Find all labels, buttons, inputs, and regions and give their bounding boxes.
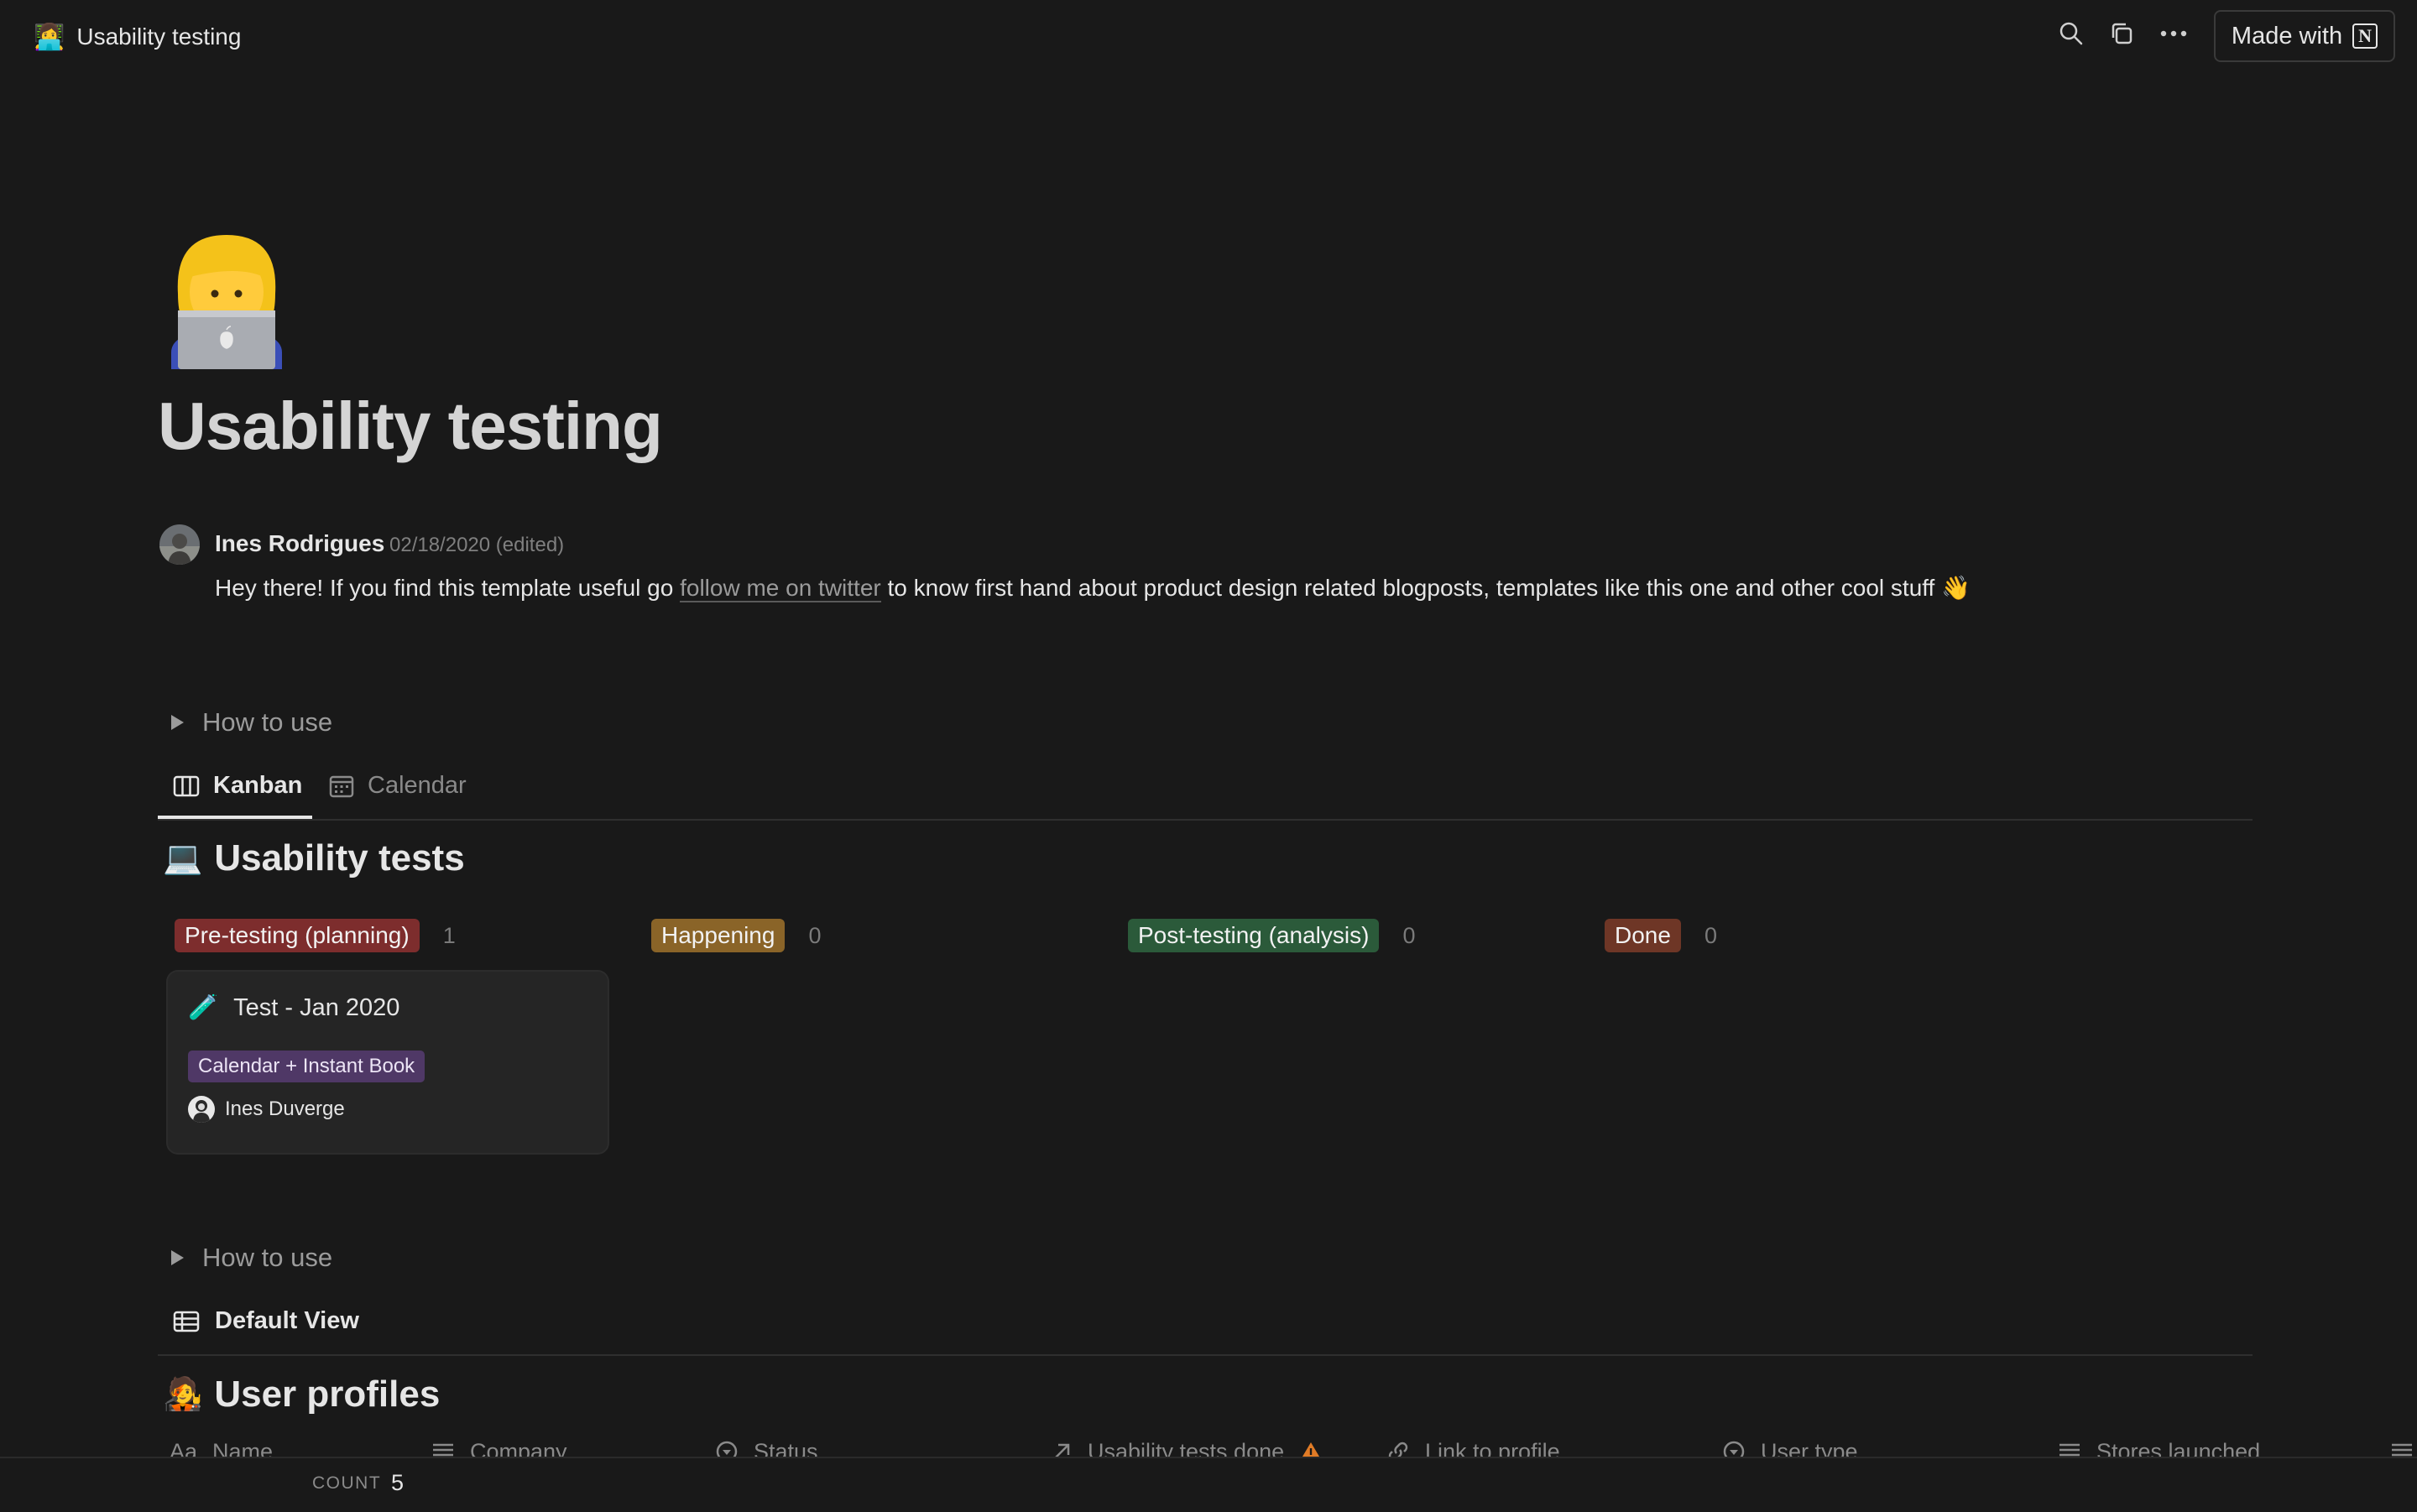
- tab-calendar[interactable]: Calendar: [329, 772, 467, 800]
- how-to-use-toggle-2[interactable]: How to use: [171, 1243, 332, 1273]
- count-label: COUNT: [312, 1473, 382, 1493]
- tab-kanban[interactable]: Kanban: [173, 772, 302, 800]
- made-with-notion-button[interactable]: Made with N: [2214, 10, 2395, 62]
- comment-author: Ines Rodrigues: [215, 530, 385, 556]
- comment-date: 02/18/2020 (edited): [389, 534, 565, 556]
- avatar: [159, 524, 200, 565]
- calendar-icon: [329, 774, 354, 798]
- tab-kanban-label: Kanban: [213, 772, 303, 799]
- board-title-text: Usability tests: [214, 837, 465, 879]
- status-badge: Pre-testing (planning): [175, 919, 420, 952]
- column-post-testing[interactable]: Post-testing (analysis) 0: [1128, 919, 1415, 952]
- toggle-label: How to use: [202, 1243, 333, 1272]
- card-person: Ines Duverge: [188, 1096, 345, 1123]
- divider: [158, 819, 2253, 821]
- status-badge: Post-testing (analysis): [1128, 919, 1380, 952]
- page-icon[interactable]: [159, 227, 294, 369]
- search-icon[interactable]: [2054, 17, 2088, 50]
- status-badge: Done: [1605, 919, 1681, 952]
- column-count: 0: [808, 922, 822, 948]
- card-title: 🧪 Test - Jan 2020: [188, 993, 399, 1022]
- kanban-card[interactable]: 🧪 Test - Jan 2020 Calendar + Instant Boo…: [168, 972, 608, 1153]
- card-title-text: Test - Jan 2020: [233, 993, 400, 1021]
- toggle-arrow-icon[interactable]: [171, 715, 184, 730]
- avatar: [188, 1096, 215, 1123]
- notion-logo-icon: N: [2352, 23, 2378, 49]
- status-badge: Happening: [651, 919, 786, 952]
- board-title[interactable]: 💻 Usability tests: [163, 837, 465, 879]
- twitter-link[interactable]: follow me on twitter: [680, 575, 881, 602]
- card-tag: Calendar + Instant Book: [188, 1051, 425, 1082]
- comment-text: Hey there! If you find this template use…: [215, 574, 1971, 602]
- profiles-title-text: User profiles: [214, 1374, 441, 1415]
- column-happening[interactable]: Happening 0: [651, 919, 821, 952]
- default-view-label: Default View: [215, 1307, 359, 1334]
- singer-icon: 🧑‍🎤: [163, 1377, 203, 1412]
- board-icon: [173, 774, 200, 798]
- toggle-label: How to use: [202, 707, 333, 737]
- column-count: 1: [442, 922, 456, 948]
- laptop-icon: 💻: [163, 841, 203, 876]
- comment-text-after: to know first hand about product design …: [880, 575, 1971, 601]
- tab-calendar-label: Calendar: [368, 772, 467, 799]
- column-count: 0: [1704, 922, 1717, 948]
- how-to-use-toggle[interactable]: How to use: [171, 707, 332, 738]
- breadcrumb-title: Usability testing: [76, 23, 242, 50]
- made-with-label: Made with: [2231, 22, 2343, 50]
- comment-text-before: Hey there! If you find this template use…: [215, 575, 681, 601]
- card-person-name: Ines Duverge: [225, 1098, 345, 1120]
- toggle-arrow-icon[interactable]: [171, 1250, 184, 1265]
- page-title: Usability testing: [158, 388, 663, 463]
- test-tube-icon: 🧪: [188, 994, 219, 1021]
- tab-default-view[interactable]: Default View: [173, 1307, 359, 1335]
- divider: [158, 1354, 2253, 1356]
- breadcrumb[interactable]: 👩‍💻 Usability testing: [34, 18, 241, 55]
- duplicate-icon[interactable]: [2105, 17, 2138, 50]
- page-emoji-icon: 👩‍💻: [34, 23, 65, 51]
- column-done[interactable]: Done 0: [1605, 919, 1717, 952]
- column-count: 0: [1402, 922, 1416, 948]
- profiles-title[interactable]: 🧑‍🎤 User profiles: [163, 1374, 440, 1416]
- more-icon[interactable]: [2157, 17, 2190, 50]
- column-pre-testing[interactable]: Pre-testing (planning) 1: [175, 919, 456, 952]
- table-icon: [173, 1310, 200, 1333]
- count-value: 5: [391, 1470, 405, 1495]
